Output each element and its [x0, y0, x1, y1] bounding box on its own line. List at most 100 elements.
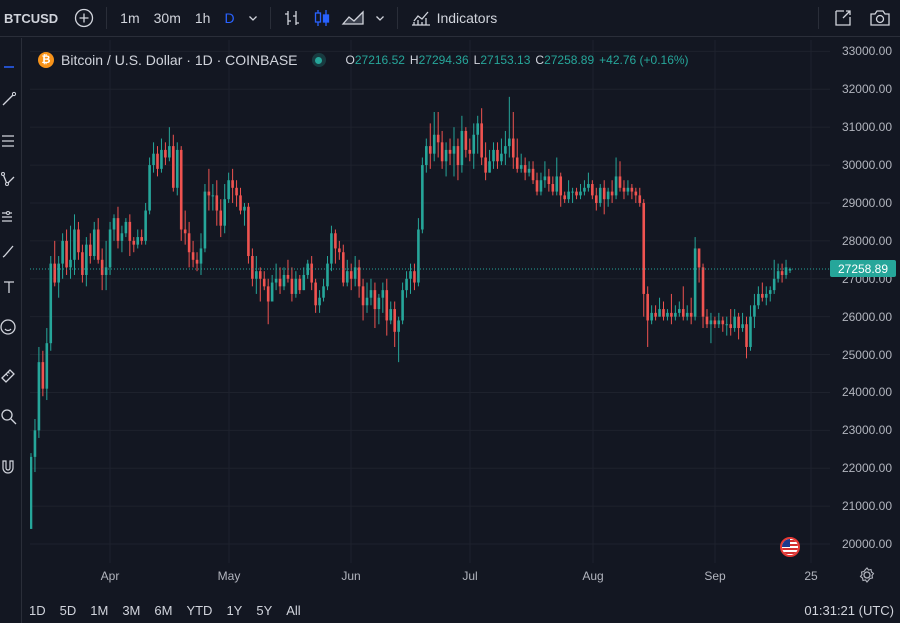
prediction-tool-button[interactable]	[0, 208, 18, 226]
utc-clock[interactable]: 01:31:21 (UTC)	[804, 603, 894, 618]
range-all-button[interactable]: All	[279, 603, 307, 618]
candle	[160, 138, 163, 173]
candle	[689, 297, 693, 325]
interval-dropdown-button[interactable]	[242, 0, 264, 37]
candle	[45, 328, 49, 401]
candle	[175, 142, 179, 196]
candle	[780, 263, 784, 283]
chart-style-dropdown-button[interactable]	[369, 0, 391, 37]
candle	[674, 305, 677, 321]
indicators-button[interactable]: Indicators	[404, 0, 504, 37]
candle	[428, 123, 432, 169]
crosshair-tool-button[interactable]	[0, 58, 18, 76]
drawing-toolbar	[0, 38, 22, 623]
candle	[654, 305, 657, 321]
expand-icon	[835, 10, 851, 26]
text-tool-button[interactable]	[0, 278, 18, 296]
smiley-icon	[0, 319, 16, 335]
interval-30m-button[interactable]: 30m	[147, 0, 188, 37]
candle	[761, 282, 764, 302]
chart-settings-button[interactable]	[858, 566, 876, 584]
candle	[361, 278, 365, 321]
candle	[436, 112, 440, 158]
candle	[302, 267, 306, 291]
candle	[440, 130, 444, 169]
candle	[341, 244, 345, 287]
candle	[136, 229, 140, 249]
pattern-tool-button[interactable]	[0, 170, 18, 188]
range-1m-button[interactable]: 1M	[83, 603, 115, 618]
interval-d-button[interactable]: D	[217, 0, 241, 37]
area-style-button[interactable]	[337, 0, 369, 37]
symbol-search-button[interactable]: BTCUSD	[0, 0, 68, 37]
candle	[587, 172, 590, 192]
pattern-icon	[1, 172, 15, 186]
range-1d-button[interactable]: 1D	[22, 603, 53, 618]
candle	[452, 127, 456, 177]
bars-style-button[interactable]	[277, 0, 307, 37]
candle	[745, 316, 748, 359]
candle	[757, 286, 760, 310]
price-axis[interactable]: 33000.00 32000.00 31000.00 30000.00 29000.00…	[830, 40, 900, 563]
range-3m-button[interactable]: 3M	[115, 603, 147, 618]
candle	[630, 184, 634, 200]
candlestick-chart[interactable]	[30, 40, 830, 563]
candle	[658, 297, 661, 317]
ruler-tool-button[interactable]	[0, 366, 18, 384]
compare-add-button[interactable]	[68, 0, 100, 37]
candle	[472, 123, 476, 169]
candle	[381, 282, 385, 313]
candle	[535, 172, 539, 196]
time-axis[interactable]: Apr May Jun Jul Aug Sep 25	[30, 563, 830, 587]
range-5y-button[interactable]: 5Y	[249, 603, 279, 618]
candle	[116, 206, 120, 249]
candle	[183, 210, 187, 245]
interval-1m-button[interactable]: 1m	[113, 0, 146, 37]
candle	[650, 305, 653, 325]
brush-tool-button[interactable]	[0, 242, 18, 260]
candle	[338, 240, 341, 260]
candle	[476, 115, 480, 154]
candle	[179, 146, 183, 241]
range-ytd-button[interactable]: YTD	[179, 603, 219, 618]
time-tick-label: Jul	[462, 569, 478, 583]
candle	[120, 225, 124, 253]
candle	[77, 221, 80, 260]
us-flag-event-icon[interactable]	[780, 537, 800, 557]
snapshot-button[interactable]	[866, 0, 894, 37]
range-6m-button[interactable]: 6M	[147, 603, 179, 618]
candle	[298, 274, 302, 294]
market-status-icon[interactable]	[311, 53, 326, 67]
candle	[622, 180, 626, 200]
brush-icon	[2, 245, 14, 258]
symbol-title[interactable]: Bitcoin / U.S. Dollar · 1D · COINBASE	[61, 52, 298, 68]
interval-1h-button[interactable]: 1h	[188, 0, 218, 37]
trend-line-tool-button[interactable]	[0, 90, 18, 108]
candle	[219, 199, 223, 238]
candle	[357, 259, 361, 298]
range-1y-button[interactable]: 1Y	[219, 603, 249, 618]
candle	[294, 271, 298, 298]
candle	[69, 225, 72, 279]
candle	[322, 278, 325, 302]
candle	[92, 221, 96, 260]
candle	[369, 278, 373, 306]
candle	[421, 157, 424, 234]
candle	[349, 263, 353, 291]
candle	[646, 286, 649, 347]
bitcoin-logo-icon: ₿	[38, 52, 54, 68]
candle	[733, 309, 736, 332]
candles-style-button[interactable]	[307, 0, 337, 37]
candle	[397, 316, 400, 363]
magnet-tool-button[interactable]	[0, 458, 18, 476]
range-5d-button[interactable]: 5D	[53, 603, 84, 618]
fib-tool-button[interactable]	[0, 132, 18, 150]
candle	[448, 138, 452, 166]
candle	[772, 259, 776, 294]
zoom-tool-button[interactable]	[0, 408, 18, 426]
candle	[559, 172, 563, 207]
fullscreen-button[interactable]	[830, 0, 856, 37]
emoji-tool-button[interactable]	[0, 318, 18, 336]
candle	[468, 138, 472, 162]
candle	[385, 278, 389, 336]
